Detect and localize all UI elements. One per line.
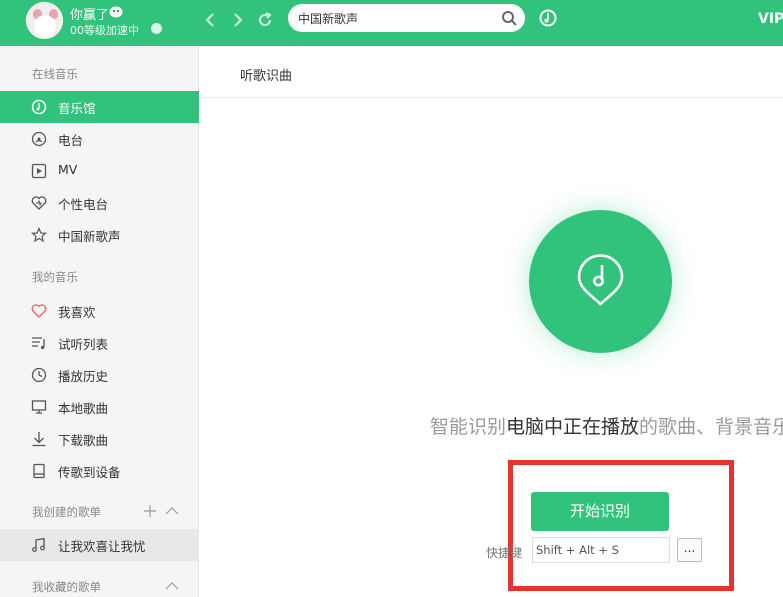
sidebar-item-label: 电台 [58,133,84,148]
mv-icon [31,163,47,179]
tab-bar: 听歌识曲 [200,46,783,98]
sidebar-item-label: 中国新歌声 [58,229,121,244]
emoji-icon [109,6,123,18]
section-title-my-music: 我的音乐 [32,270,78,284]
recognize-circle-button[interactable] [529,210,672,353]
description-part: 智能识别 [430,416,507,438]
search-input[interactable] [298,9,488,27]
sidebar-item-mv[interactable]: MV [0,155,199,187]
start-recognition-button[interactable]: 开始识别 [531,492,669,531]
search-box[interactable] [288,4,525,32]
section-title-collected: 我收藏的歌单 [32,580,101,594]
description-part: 的歌曲、背景音乐 [639,416,783,438]
description-highlight: 电脑中正在播放 [506,416,640,438]
tab-song-recognition[interactable]: 听歌识曲 [240,65,292,84]
download-icon [32,432,46,447]
search-icon[interactable] [501,10,517,26]
sidebar-item-label: 我喜欢 [58,305,96,320]
song-recognition-icon[interactable] [539,9,557,27]
sidebar-item-personal-radio[interactable]: 个性电台 [0,187,199,219]
section-actions [165,582,179,590]
sidebar-item-label: 播放历史 [58,369,109,384]
sidebar-item-label: 传歌到设备 [58,465,121,480]
music-hall-icon [31,99,47,115]
recognition-description: 智能识别电脑中正在播放的歌曲、背景音乐 [430,412,783,439]
star-icon [31,227,47,243]
song-recognition-icon [577,254,624,306]
sidebar-item-playlist[interactable]: 让我欢喜让我忧 [0,529,199,561]
sidebar-item-label: 下载歌曲 [58,433,109,448]
sidebar-item-transfer[interactable]: 传歌到设备 [0,455,199,487]
sidebar-item-downloads[interactable]: 下载歌曲 [0,423,199,455]
heart-icon [31,304,47,318]
music-note-icon [32,537,45,552]
avatar-face [34,15,56,37]
sidebar-item-local-songs[interactable]: 本地歌曲 [0,391,199,423]
collapse-icon [165,507,179,515]
sidebar-item-label: 试听列表 [58,337,109,352]
avatar[interactable] [26,2,63,39]
top-bar: 你赢了 00等级加速中 VIP [0,0,783,46]
sidebar-item-history[interactable]: 播放历史 [0,359,199,391]
main-panel: 听歌识曲 智能识别电脑中正在播放的歌曲、背景音乐 开始识别 快捷键 Shift … [200,46,783,597]
sidebar-item-label: 个性电台 [58,197,109,212]
heart-radio-icon [31,196,47,210]
sidebar-item-label: 音乐馆 [58,101,96,116]
sidebar-item-radio[interactable]: 电台 [0,123,199,155]
forward-icon[interactable] [228,10,248,30]
playlist-icon [32,337,45,350]
level-badge-icon [151,23,162,34]
sidebar-item-sing-china[interactable]: 中国新歌声 [0,219,199,251]
sidebar-item-label: 本地歌曲 [58,401,109,416]
vip-level-text[interactable]: 00等级加速中 [70,22,139,38]
sidebar-item-label: MV [58,162,78,177]
vip-link[interactable]: VIP [758,11,783,27]
sidebar: 在线音乐 音乐馆 电台 MV 个性电台 中国新歌声 我的音乐 我喜欢 试听列表 … [0,46,199,597]
add-playlist-icon [144,505,156,517]
sidebar-item-music-hall[interactable]: 音乐馆 [0,91,199,123]
sidebar-item-favorites[interactable]: 我喜欢 [0,295,199,327]
monitor-icon [31,400,47,414]
section-title-online: 在线音乐 [32,67,78,81]
username[interactable]: 你赢了 [70,4,109,23]
section-actions [144,505,179,517]
sidebar-item-label: 让我欢喜让我忧 [58,539,146,554]
radio-icon [31,131,47,147]
device-icon [33,463,45,479]
back-icon[interactable] [200,10,220,30]
section-title-created: 我创建的歌单 [32,505,101,519]
shortcut-settings-button[interactable]: ... [677,538,702,562]
shortcut-label: 快捷键 [486,546,523,560]
clock-icon [31,367,47,383]
collapse-icon [165,582,179,590]
refresh-icon[interactable] [255,10,275,30]
sidebar-item-play-list[interactable]: 试听列表 [0,327,199,359]
shortcut-field[interactable]: Shift + Alt + S [532,537,670,563]
